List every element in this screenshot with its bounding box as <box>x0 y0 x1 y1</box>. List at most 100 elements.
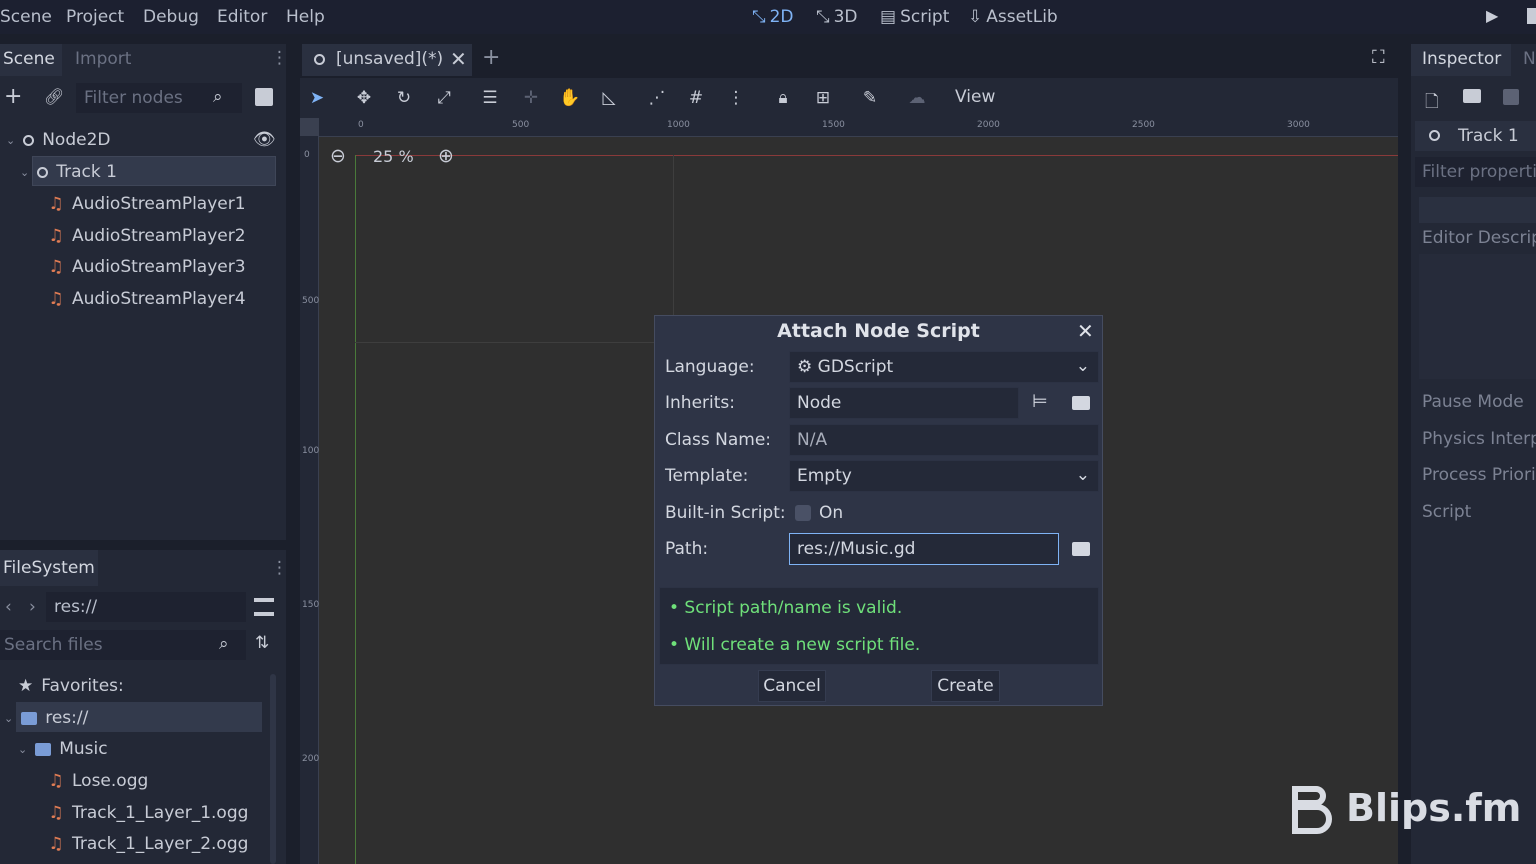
tree-item-audiostreamplayer1[interactable]: ♫ AudioStreamPlayer1 <box>48 194 245 214</box>
tab-filesystem[interactable]: FileSystem <box>3 558 95 578</box>
move-tool-icon[interactable]: ✥ <box>352 86 376 110</box>
builtin-on-label: On <box>819 503 844 523</box>
language-select[interactable]: ⚙ GDScript ⌄ <box>789 351 1099 383</box>
validation-message: • Script path/name is valid. <box>669 598 903 618</box>
add-node-icon[interactable]: + <box>4 84 22 109</box>
x-axis-line <box>355 155 1398 156</box>
property-physics-interpolation: Physics Interpolation <box>1422 429 1536 449</box>
2d-icon: ⤡ <box>752 7 766 27</box>
tree-item-node2d[interactable]: ⌄ Node2D <box>6 130 111 150</box>
path-input[interactable]: res://Music.gd <box>789 533 1059 565</box>
more-icon[interactable]: ⋮ <box>271 48 288 68</box>
tree-item-audiostreamplayer4[interactable]: ♫ AudioStreamPlayer4 <box>48 289 245 309</box>
close-icon[interactable]: ✕ <box>1077 319 1094 343</box>
group-icon[interactable]: ⊞ <box>811 86 835 110</box>
list-select-icon[interactable]: ☰ <box>478 86 502 110</box>
cancel-button[interactable]: Cancel <box>758 670 826 702</box>
menu-scene[interactable]: Scene <box>0 7 52 27</box>
folder-item-res[interactable]: ⌄ res:// <box>4 708 88 728</box>
fullscreen-icon[interactable]: ⛶ <box>1372 47 1385 68</box>
file-item-lose-ogg[interactable]: ♫ Lose.ogg <box>48 771 148 791</box>
back-icon[interactable]: ‹ <box>5 597 12 617</box>
class-tree-icon[interactable]: ⊨ <box>1032 391 1048 412</box>
file-item-track-1-layer-1[interactable]: ♫ Track_1_Layer_1.ogg <box>48 803 248 823</box>
editor-description-field[interactable] <box>1419 254 1536 379</box>
inherits-label: Inherits: <box>665 393 735 413</box>
template-select[interactable]: Empty ⌄ <box>789 460 1099 492</box>
file-item-track-1-layer-2[interactable]: ♫ Track_1_Layer_2.ogg <box>48 834 248 854</box>
chevron-down-icon: ⌄ <box>6 133 16 147</box>
folder-item-music[interactable]: ⌄ Music <box>18 739 108 759</box>
smart-snap-icon[interactable]: ⋰ <box>645 86 669 110</box>
class-name-field[interactable]: N/A <box>789 424 1099 456</box>
scale-tool-icon[interactable]: ⤢ <box>432 86 456 110</box>
visibility-eye-icon[interactable]: 👁︎ <box>253 129 276 150</box>
tab-unsaved[interactable]: [unsaved](*) ✕ <box>302 44 472 76</box>
ruler-icon[interactable]: ◺ <box>597 86 621 110</box>
pan-hand-icon[interactable]: ✋ <box>558 86 582 110</box>
filter-properties-input[interactable]: Filter properties <box>1415 157 1536 187</box>
lock-icon[interactable]: 🔒︎ <box>771 86 795 110</box>
audio-file-icon: ♫ <box>48 834 64 854</box>
path-label: Path: <box>665 539 709 559</box>
blips-logo-icon <box>1292 786 1334 834</box>
rotate-tool-icon[interactable]: ↻ <box>392 86 416 110</box>
new-tab-icon[interactable]: + <box>482 45 500 70</box>
snap-options-icon[interactable]: ⋮ <box>724 86 748 110</box>
menu-debug[interactable]: Debug <box>143 7 199 27</box>
play-icon[interactable]: ▶ <box>1486 6 1498 25</box>
open-folder-icon[interactable] <box>1463 89 1481 103</box>
favorites-item[interactable]: ★ Favorites: <box>18 676 124 696</box>
tab-node[interactable]: N <box>1523 49 1536 69</box>
scene-icon <box>314 54 325 65</box>
close-tab-icon[interactable]: ✕ <box>450 47 467 71</box>
scrollbar[interactable] <box>270 674 276 864</box>
layout-toggle-icon[interactable] <box>254 598 274 616</box>
y-axis-line <box>355 155 356 864</box>
tree-item-audiostreamplayer3[interactable]: ♫ AudioStreamPlayer3 <box>48 257 245 277</box>
builtin-script-checkbox[interactable] <box>795 505 811 521</box>
filter-nodes-input[interactable]: Filter nodes ⌕ <box>76 83 242 113</box>
node-path-field[interactable]: Track 1 <box>1415 121 1536 151</box>
grid-snap-icon[interactable]: # <box>684 86 708 110</box>
tab-import[interactable]: Import <box>75 49 131 69</box>
attach-script-icon[interactable] <box>255 88 273 106</box>
workspace-assetlib-button[interactable]: ⇩ AssetLib <box>968 7 1058 27</box>
save-icon[interactable] <box>1503 89 1519 105</box>
audio-stream-icon: ♫ <box>48 226 64 246</box>
path-field[interactable]: res:// <box>46 592 246 622</box>
dialog-title: Attach Node Script <box>777 320 980 342</box>
zoom-level[interactable]: 25 % <box>373 147 414 166</box>
workspace-script-button[interactable]: ▤ Script <box>880 7 949 27</box>
menu-project[interactable]: Project <box>66 7 124 27</box>
tab-inspector[interactable]: Inspector <box>1422 49 1501 69</box>
new-resource-icon[interactable]: 🗋︎ <box>1425 89 1439 118</box>
camera-override-icon[interactable]: ☁ <box>905 86 929 110</box>
inherits-field[interactable]: Node <box>789 387 1019 419</box>
menu-editor[interactable]: Editor <box>217 7 267 27</box>
ruler-label: 0 <box>304 150 310 160</box>
pivot-icon[interactable]: ✛ <box>519 86 543 110</box>
folder-browse-icon[interactable] <box>1072 396 1090 410</box>
link-icon[interactable]: 🔗︎ <box>44 87 64 106</box>
workspace-3d-button[interactable]: ⤡ 3D <box>816 7 858 27</box>
zoom-out-icon[interactable]: ⊖ <box>330 145 346 167</box>
bone-icon[interactable]: ✎ <box>858 86 882 110</box>
sort-icon[interactable]: ⇅ <box>255 633 269 653</box>
workspace-2d-button[interactable]: ⤡ 2D <box>752 7 794 27</box>
forward-icon[interactable]: › <box>29 597 36 617</box>
select-tool-icon[interactable]: ➤ <box>305 86 329 110</box>
create-button[interactable]: Create <box>931 670 1000 702</box>
watermark-text: Blips.fm <box>1346 786 1522 830</box>
chevron-down-icon: ⌄ <box>1075 356 1090 376</box>
menu-help[interactable]: Help <box>286 7 325 27</box>
search-files-input[interactable]: Search files ⌕ <box>0 630 246 660</box>
more-icon[interactable]: ⋮ <box>271 558 288 578</box>
view-menu[interactable]: View <box>955 87 995 107</box>
zoom-in-icon[interactable]: ⊕ <box>438 145 454 167</box>
tree-item-track-1[interactable]: ⌄ Track 1 <box>20 162 117 182</box>
tree-item-audiostreamplayer2[interactable]: ♫ AudioStreamPlayer2 <box>48 226 245 246</box>
pause-icon[interactable] <box>1527 8 1536 24</box>
tab-scene[interactable]: Scene <box>3 49 55 69</box>
folder-browse-icon[interactable] <box>1072 542 1090 556</box>
